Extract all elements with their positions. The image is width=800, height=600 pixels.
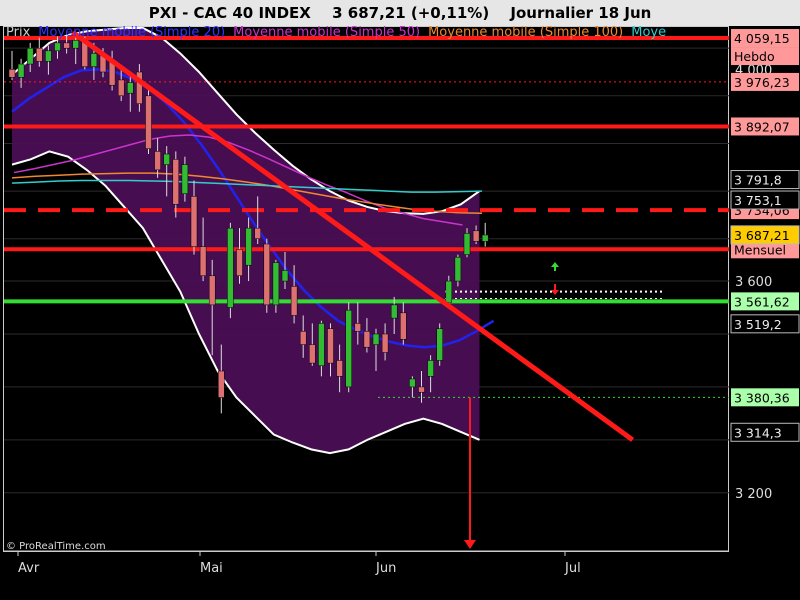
target-arrow-head <box>464 540 476 549</box>
candle-body <box>390 304 398 319</box>
candle-body <box>8 69 16 78</box>
candle-body <box>45 50 52 62</box>
candle-body <box>208 275 216 306</box>
level-label: 4 059,15 <box>734 31 790 46</box>
candle-body <box>245 227 252 266</box>
candle-body <box>254 227 261 239</box>
candle-body <box>400 312 407 340</box>
candle-body <box>281 270 289 282</box>
price-label: 3 687,21 <box>734 228 790 243</box>
level-label: 3 561,62 <box>734 294 790 309</box>
y-tick-label: 3 600 <box>735 275 772 290</box>
price-label: 3 791,8 <box>734 173 782 188</box>
x-tick-label: Jul <box>564 561 581 576</box>
candle-body <box>354 323 362 332</box>
level-label: Hebdo <box>734 49 775 64</box>
level-label: 3 892,07 <box>734 119 790 134</box>
candle-body <box>481 234 489 242</box>
candle-body <box>26 47 34 65</box>
x-tick-label: Jun <box>375 561 396 576</box>
candle-body <box>372 333 380 345</box>
candle-body <box>299 331 307 345</box>
candle-body <box>472 230 480 242</box>
candle-body <box>290 286 298 316</box>
candle-body <box>445 280 453 303</box>
candle-body <box>90 53 98 67</box>
candle-body <box>36 47 43 62</box>
candle-body <box>318 323 325 366</box>
candle-body <box>263 243 271 306</box>
candle-body <box>172 159 180 205</box>
legend-item: Moyenne mobile (Simple 20) <box>38 25 226 40</box>
candle-body <box>236 249 243 277</box>
candle-body <box>381 333 389 353</box>
candle-body <box>463 233 471 255</box>
y-tick-label: 3 200 <box>735 487 772 502</box>
price-chart[interactable]: 3 2003 6004 0004 059,15Hebdo3 976,233 89… <box>0 0 800 600</box>
candle-body <box>336 360 343 377</box>
legend-item: Moyenne mobile (Simple 100) <box>428 25 624 40</box>
chart-legend: Prix Moyenne mobile (Simple 20) Moyenne mo… <box>6 25 674 40</box>
price-label: 3 314,3 <box>734 425 782 440</box>
candle-body <box>427 360 434 377</box>
candle-body <box>345 309 352 388</box>
candle-body <box>190 196 198 247</box>
candle-body <box>363 331 371 348</box>
candle-body <box>454 256 462 282</box>
level-label: Mensuel <box>734 242 786 257</box>
x-tick-label: Avr <box>18 561 40 576</box>
candle-body <box>227 227 234 308</box>
candle-body <box>409 378 416 388</box>
candle-body <box>54 42 61 52</box>
candle-body <box>72 39 79 49</box>
candle-body <box>154 151 161 171</box>
candle-body <box>181 164 189 194</box>
price-label: 3 519,2 <box>734 317 782 332</box>
candle-body <box>17 63 25 78</box>
candle-body <box>218 370 225 398</box>
candle-body <box>309 344 316 364</box>
candle-body <box>272 262 280 306</box>
legend-item: Prix <box>6 25 31 40</box>
candle-body <box>63 42 70 49</box>
candle-body <box>163 153 170 165</box>
legend-item: Moye <box>631 25 667 40</box>
candle-body <box>418 386 425 393</box>
candle-body <box>127 82 134 94</box>
candle-body <box>117 79 125 97</box>
price-label: 3 753,1 <box>734 193 782 208</box>
watermark: © ProRealTime.com <box>6 541 106 552</box>
candle-body <box>145 95 152 149</box>
level-label: 3 976,23 <box>734 75 790 90</box>
x-tick-label: Mai <box>200 561 223 576</box>
legend-item: Moyenne mobile (Simple 50) <box>233 25 421 40</box>
level-label: 3 380,36 <box>734 390 790 405</box>
candle-body <box>436 328 443 361</box>
candle-body <box>327 328 334 364</box>
candle-body <box>199 246 207 277</box>
